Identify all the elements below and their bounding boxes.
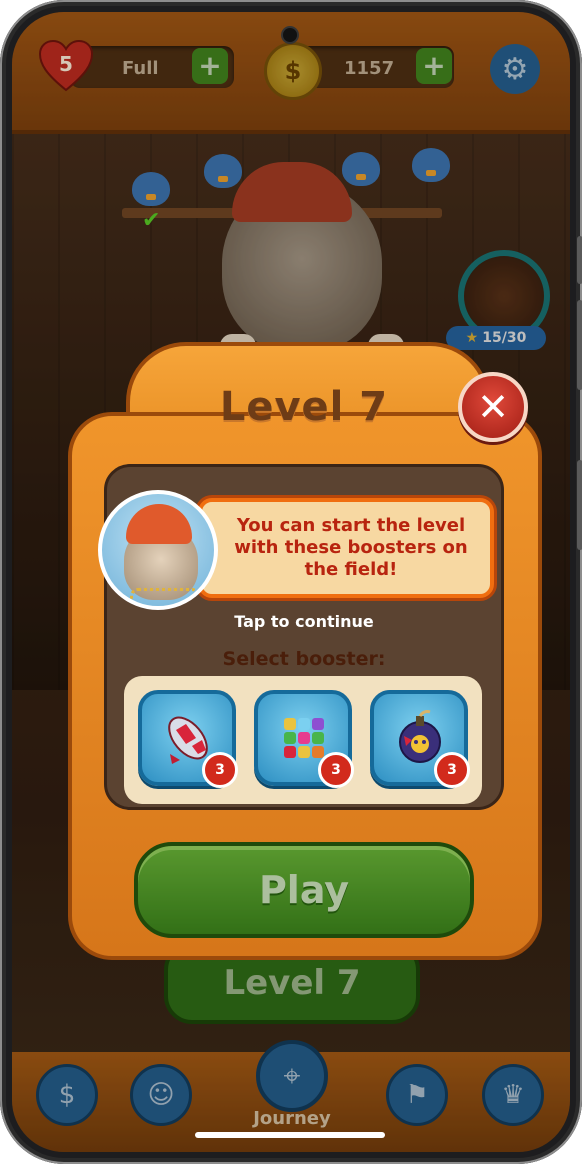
power-button: [577, 460, 582, 550]
pug-avatar: [98, 490, 218, 610]
booster-rubik-cube[interactable]: 3: [254, 690, 354, 788]
level-start-modal: Level 7 ✕ You can start the level with t…: [68, 342, 542, 962]
game-screen: ✔ ★ 15/30 Level 7 Full 5 + $ 1157 + ⚙ $ …: [12, 12, 570, 1152]
volume-button-2: [577, 300, 582, 390]
booster-rocket[interactable]: 3: [138, 690, 238, 788]
close-button[interactable]: ✕: [458, 372, 528, 442]
booster-count-badge: 3: [202, 752, 238, 788]
close-icon: ✕: [477, 385, 509, 429]
booster-bomb[interactable]: 3: [370, 690, 470, 788]
tip-text: You can start the level with these boost…: [234, 515, 468, 580]
modal-title: Level 7: [219, 384, 389, 430]
play-button[interactable]: Play: [134, 842, 474, 938]
booster-list: 3 3 3: [124, 676, 482, 804]
booster-count-badge: 3: [318, 752, 354, 788]
front-camera: [283, 28, 297, 42]
pug-cap-icon: [126, 504, 192, 544]
booster-count-badge: 3: [434, 752, 470, 788]
tip-bubble[interactable]: You can start the level with these boost…: [198, 498, 494, 598]
home-indicator[interactable]: [195, 1132, 385, 1138]
select-booster-label: Select booster:: [222, 648, 386, 670]
volume-button: [577, 236, 582, 284]
tap-to-continue[interactable]: Tap to continue: [104, 612, 504, 631]
phone-frame: ✔ ★ 15/30 Level 7 Full 5 + $ 1157 + ⚙ $ …: [0, 0, 582, 1164]
